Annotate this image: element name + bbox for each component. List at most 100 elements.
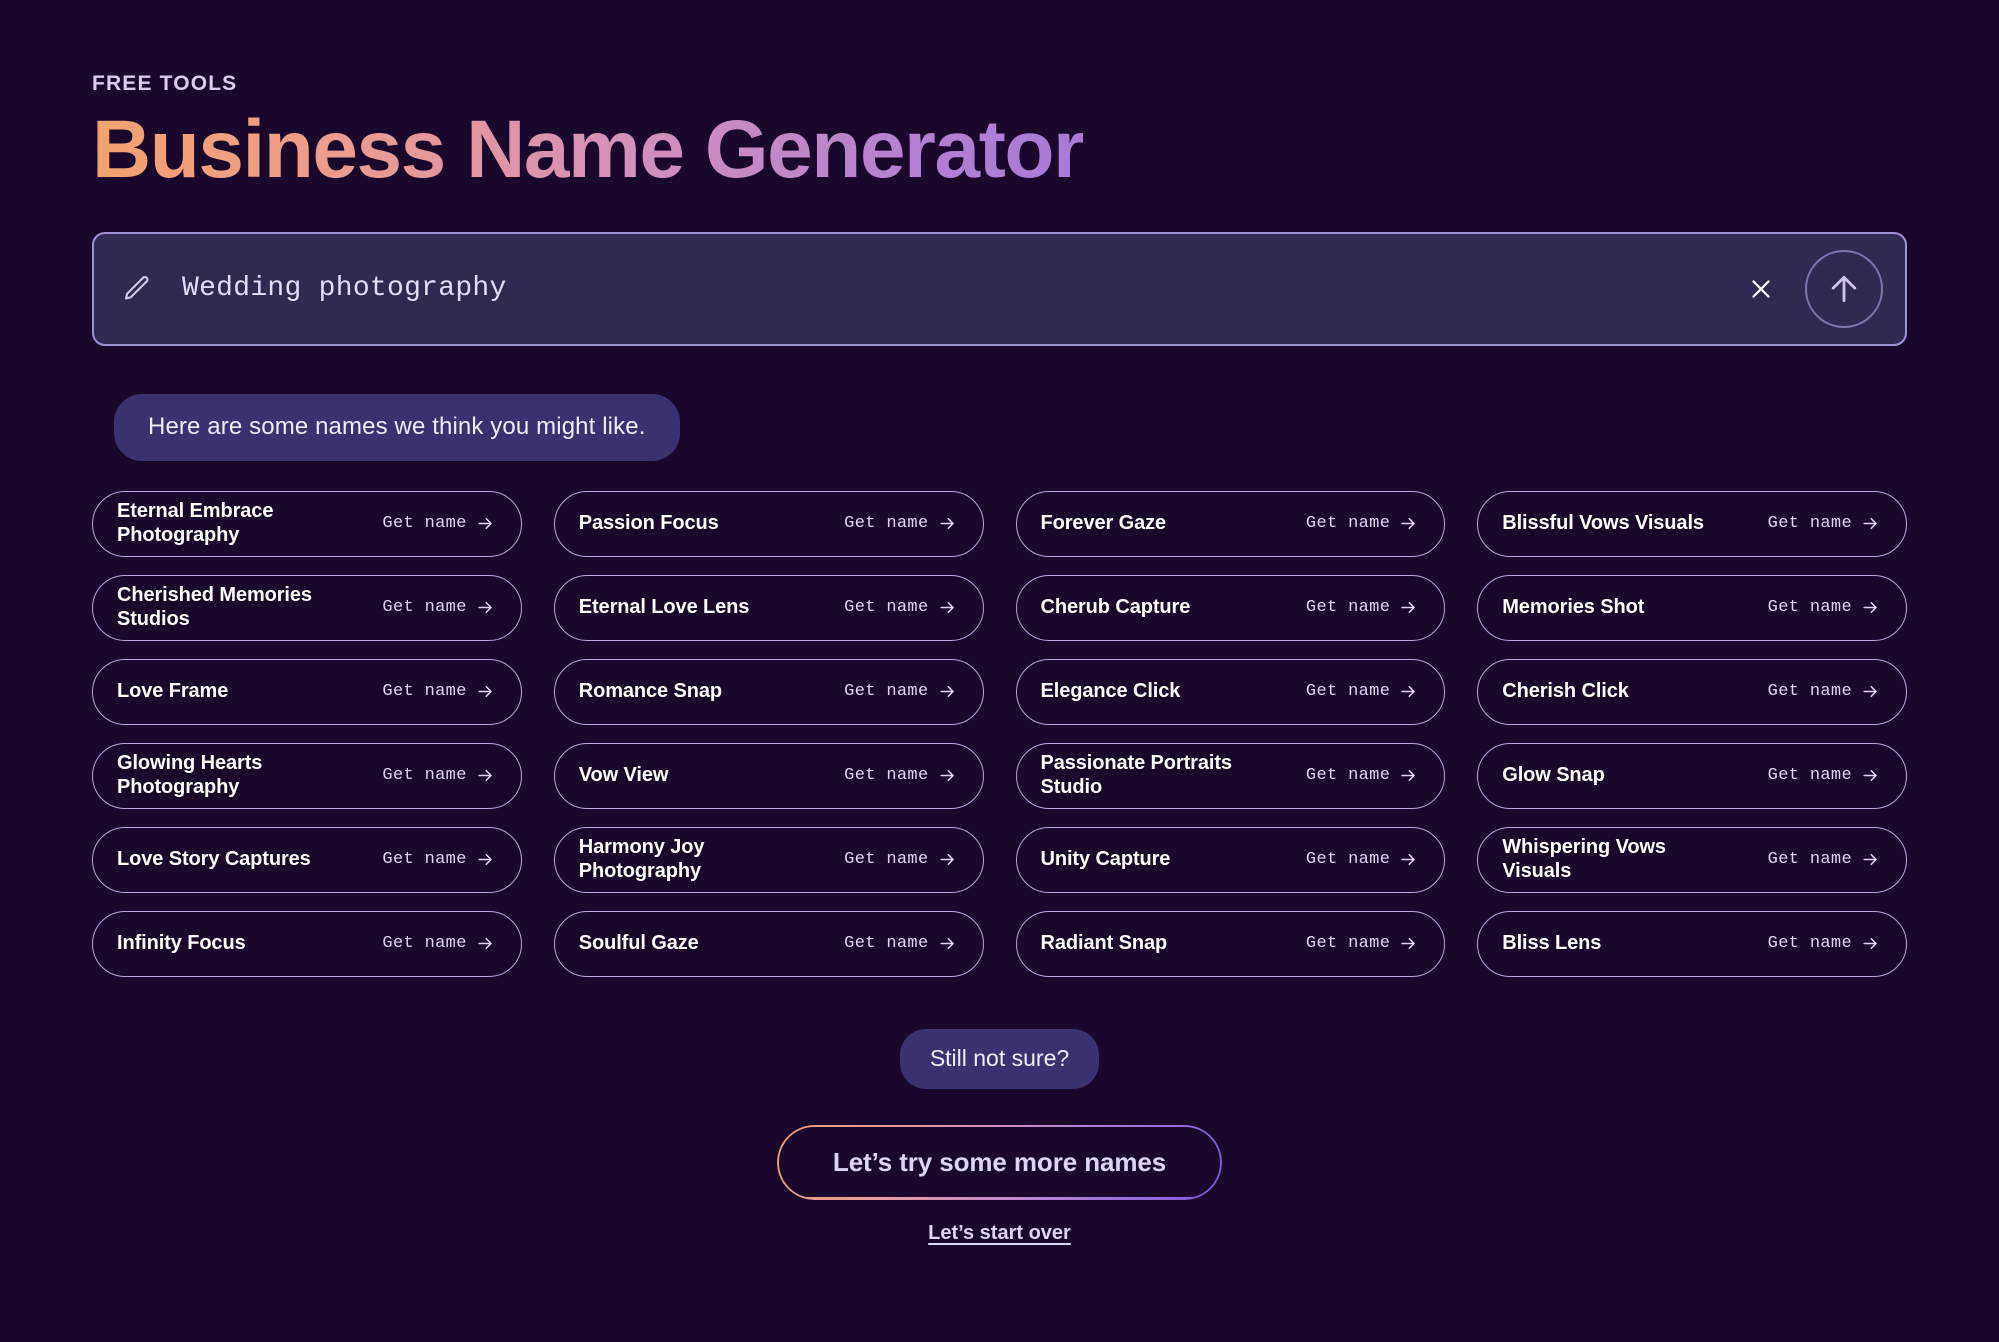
- try-more-names-button[interactable]: Let’s try some more names: [776, 1124, 1223, 1200]
- get-name-button[interactable]: Get name: [1768, 934, 1880, 953]
- name-card-label: Soulful Gaze: [578, 931, 699, 954]
- prompt-input[interactable]: Wedding photography: [182, 273, 1741, 304]
- start-over-link[interactable]: Let’s start over: [928, 1222, 1071, 1245]
- arrow-right-icon: [1399, 682, 1418, 701]
- cta-wrapper: Let’s try some more names: [92, 1124, 1907, 1200]
- name-card[interactable]: Vow View Get name: [553, 742, 984, 809]
- submit-prompt-button[interactable]: [1805, 249, 1883, 328]
- get-name-button[interactable]: Get name: [844, 514, 956, 533]
- get-name-label: Get name: [1305, 598, 1391, 618]
- name-card-label: Elegance Click: [1040, 679, 1181, 702]
- name-card-label: Memories Shot: [1502, 595, 1645, 618]
- arrow-right-icon: [476, 514, 495, 533]
- get-name-button[interactable]: Get name: [382, 934, 494, 953]
- get-name-button[interactable]: Get name: [844, 934, 956, 953]
- name-suggestions-grid: Eternal Embrace Photography Get name Passi…: [92, 490, 1907, 977]
- get-name-button[interactable]: Get name: [1306, 682, 1418, 701]
- name-card[interactable]: Passion Focus Get name: [553, 490, 984, 557]
- get-name-label: Get name: [1305, 850, 1391, 870]
- name-card-label: Glowing Hearts Photography: [117, 752, 263, 798]
- get-name-button[interactable]: Get name: [1306, 934, 1418, 953]
- still-not-sure-bubble: Still not sure?: [899, 1028, 1100, 1089]
- name-card[interactable]: Passionate Portraits Studio Get name: [1015, 742, 1446, 809]
- name-card[interactable]: Unity Capture Get name: [1015, 826, 1446, 893]
- get-name-button[interactable]: Get name: [382, 682, 494, 701]
- name-card-label: Radiant Snap: [1040, 931, 1168, 954]
- name-card[interactable]: Romance Snap Get name: [553, 658, 984, 725]
- get-name-button[interactable]: Get name: [1768, 850, 1880, 869]
- name-card-label: Blissful Vows Visuals: [1502, 511, 1704, 534]
- get-name-label: Get name: [382, 850, 467, 870]
- get-name-button[interactable]: Get name: [382, 514, 494, 533]
- arrow-right-icon: [1399, 766, 1418, 785]
- name-card-label: Cherub Capture: [1040, 595, 1191, 618]
- get-name-label: Get name: [1767, 850, 1852, 870]
- name-card[interactable]: Infinity Focus Get name: [92, 910, 522, 977]
- name-card[interactable]: Glowing Hearts Photography Get name: [92, 742, 522, 809]
- get-name-label: Get name: [382, 682, 467, 702]
- get-name-button[interactable]: Get name: [382, 598, 494, 617]
- get-name-label: Get name: [382, 598, 467, 618]
- name-card-label: Whispering Vows Visuals: [1502, 836, 1666, 882]
- page-title: Business Name Generator: [92, 104, 1085, 195]
- get-name-button[interactable]: Get name: [1768, 598, 1880, 617]
- arrow-right-icon: [1861, 850, 1880, 869]
- name-card-label: Infinity Focus: [117, 931, 246, 954]
- arrow-right-icon: [1861, 682, 1880, 701]
- arrow-right-icon: [1861, 514, 1880, 533]
- name-card[interactable]: Bliss Lens Get name: [1477, 910, 1907, 977]
- get-name-button[interactable]: Get name: [844, 682, 956, 701]
- name-card[interactable]: Memories Shot Get name: [1477, 574, 1907, 641]
- arrow-right-icon: [476, 766, 495, 785]
- name-card-label: Cherish Click: [1502, 679, 1629, 702]
- name-card[interactable]: Glow Snap Get name: [1477, 742, 1907, 809]
- arrow-right-icon: [1861, 766, 1880, 785]
- business-name-generator-page: FREE TOOLS Business Name Generator Weddi…: [0, 72, 1999, 1342]
- name-card[interactable]: Eternal Love Lens Get name: [553, 574, 984, 641]
- clear-input-button[interactable]: [1741, 269, 1781, 309]
- name-card[interactable]: Harmony Joy Photography Get name: [553, 826, 984, 893]
- prompt-input-bar[interactable]: Wedding photography: [92, 231, 1907, 346]
- name-card[interactable]: Love Frame Get name: [92, 658, 522, 725]
- arrow-right-icon: [938, 766, 957, 785]
- name-card-label: Eternal Embrace Photography: [117, 500, 274, 546]
- get-name-button[interactable]: Get name: [1306, 850, 1418, 869]
- get-name-label: Get name: [844, 766, 929, 786]
- name-card-label: Cherished Memories Studios: [117, 584, 312, 630]
- get-name-label: Get name: [1767, 766, 1852, 786]
- arrow-right-icon: [476, 682, 495, 701]
- pencil-icon: [120, 273, 152, 305]
- get-name-button[interactable]: Get name: [1768, 514, 1880, 533]
- get-name-button[interactable]: Get name: [1306, 766, 1418, 785]
- name-card-label: Eternal Love Lens: [578, 595, 750, 618]
- arrow-right-icon: [938, 682, 957, 701]
- arrow-right-icon: [1861, 598, 1880, 617]
- get-name-button[interactable]: Get name: [1768, 766, 1880, 785]
- arrow-right-icon: [476, 850, 495, 869]
- get-name-button[interactable]: Get name: [844, 766, 956, 785]
- name-card[interactable]: Elegance Click Get name: [1015, 658, 1446, 725]
- get-name-button[interactable]: Get name: [844, 598, 956, 617]
- name-card[interactable]: Forever Gaze Get name: [1015, 490, 1446, 557]
- name-card[interactable]: Radiant Snap Get name: [1015, 910, 1446, 977]
- get-name-label: Get name: [844, 850, 929, 870]
- name-card[interactable]: Blissful Vows Visuals Get name: [1477, 490, 1907, 557]
- name-card[interactable]: Cherub Capture Get name: [1015, 574, 1446, 641]
- name-card[interactable]: Love Story Captures Get name: [92, 826, 522, 893]
- name-card[interactable]: Eternal Embrace Photography Get name: [92, 490, 522, 557]
- get-name-button[interactable]: Get name: [382, 766, 494, 785]
- get-name-button[interactable]: Get name: [382, 850, 494, 869]
- name-card[interactable]: Soulful Gaze Get name: [553, 910, 984, 977]
- get-name-button[interactable]: Get name: [1306, 514, 1418, 533]
- get-name-button[interactable]: Get name: [1768, 682, 1880, 701]
- name-card[interactable]: Cherished Memories Studios Get name: [92, 574, 522, 641]
- get-name-label: Get name: [1305, 682, 1391, 702]
- name-card[interactable]: Cherish Click Get name: [1477, 658, 1907, 725]
- get-name-button[interactable]: Get name: [844, 850, 956, 869]
- get-name-button[interactable]: Get name: [1306, 598, 1418, 617]
- name-card[interactable]: Whispering Vows Visuals Get name: [1477, 826, 1907, 893]
- arrow-right-icon: [938, 934, 957, 953]
- arrow-up-icon: [1824, 269, 1864, 309]
- close-icon: [1748, 276, 1774, 302]
- get-name-label: Get name: [1305, 934, 1391, 954]
